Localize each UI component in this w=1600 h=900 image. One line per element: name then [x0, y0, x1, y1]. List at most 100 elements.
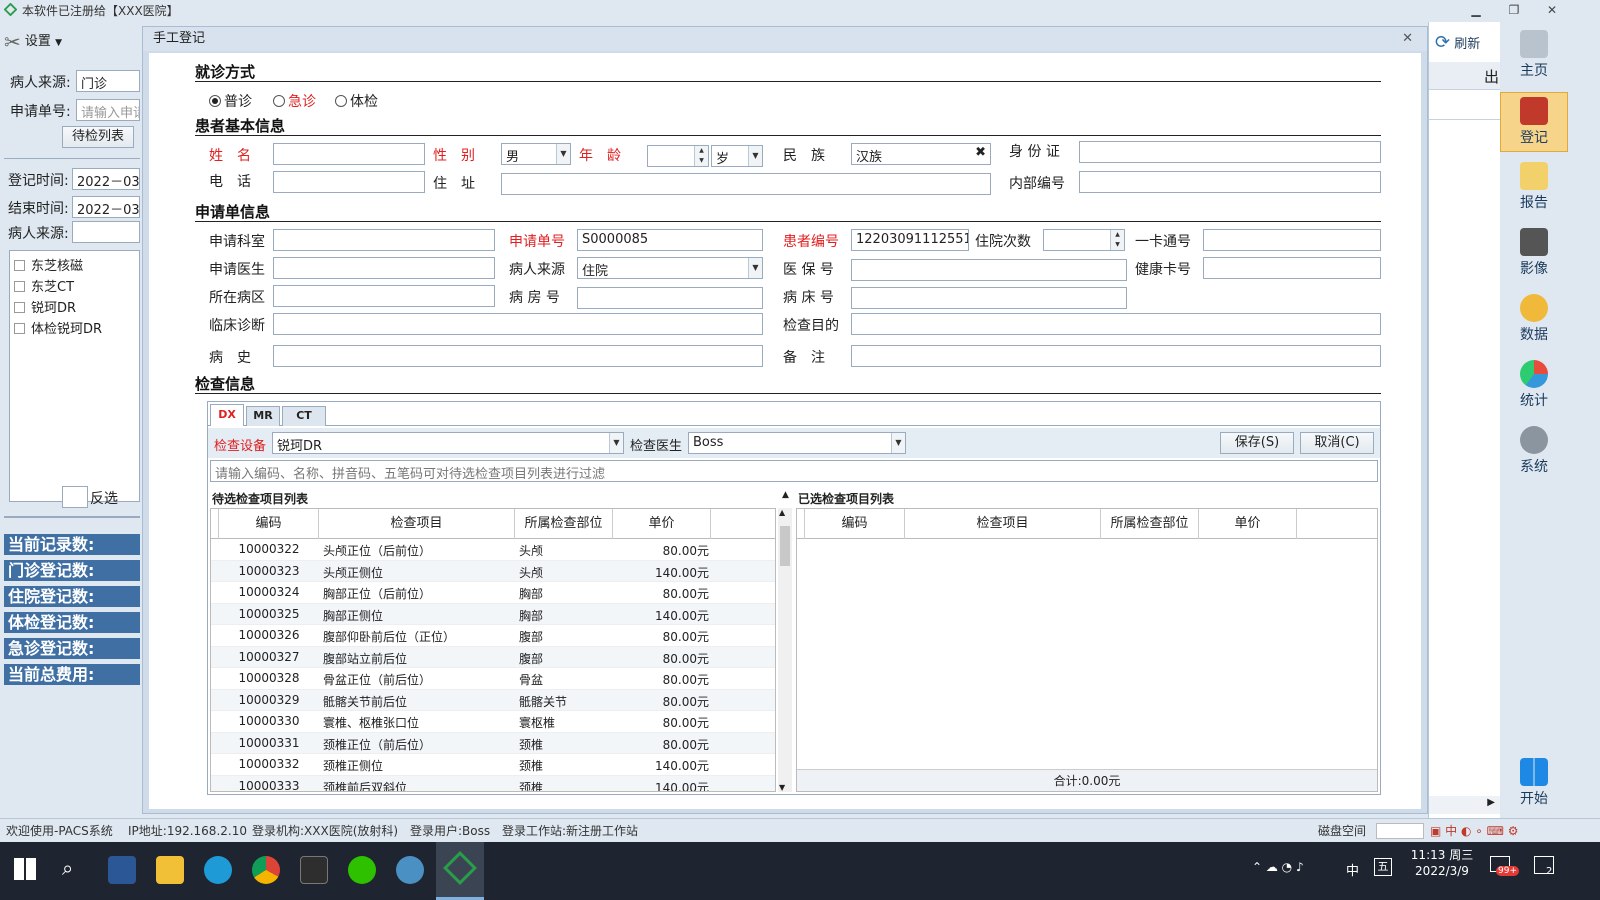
7zip-icon[interactable] [300, 856, 328, 884]
windows-start-icon[interactable] [14, 858, 36, 880]
start-button[interactable]: 开始 [1500, 754, 1568, 814]
table-row[interactable]: 10000329 骶髂关节前后位 骶髂关节 80.00元 [211, 689, 775, 711]
checkbox[interactable] [14, 323, 25, 334]
list-item[interactable]: 体检锐珂DR [14, 318, 102, 337]
table-row[interactable]: 10000328 骨盆正位（前后位） 骨盆 80.00元 [211, 668, 775, 690]
exam-doctor-select[interactable]: Boss ▼ [688, 432, 906, 454]
history-input[interactable] [273, 345, 763, 367]
request-no-input[interactable]: 请输入申请 [76, 99, 140, 121]
v-scrollbar[interactable]: ▲ ▼ [778, 508, 792, 792]
reg-time-input[interactable]: 2022－03 [72, 168, 140, 190]
wechat-icon[interactable] [348, 856, 376, 884]
insurance-input[interactable] [851, 259, 1127, 281]
table-row[interactable]: 10000323 头颅正侧位 头颅 140.00元 [211, 560, 775, 582]
ward-input[interactable] [273, 285, 495, 307]
ime-toolbar[interactable]: ▣ 中 ◐ ∘ ⌨ ⚙ [1430, 819, 1518, 843]
restore-button[interactable]: ❐ [1496, 0, 1532, 20]
minimize-button[interactable]: ▁ [1458, 0, 1494, 20]
save-button[interactable]: 保存(S) [1220, 432, 1294, 454]
paint-icon[interactable] [396, 856, 424, 884]
pending-list-button[interactable]: 待检列表 [62, 126, 134, 148]
patient-source-select[interactable]: 住院 ▼ [577, 257, 763, 279]
internal-no-input[interactable] [1079, 171, 1381, 193]
tab-dx[interactable]: DX [210, 404, 244, 426]
address-input[interactable] [501, 173, 991, 195]
close-button[interactable]: ✕ [1534, 0, 1570, 20]
checkbox[interactable] [14, 260, 25, 271]
card-input[interactable] [1203, 229, 1381, 251]
nav-register[interactable]: 登记 [1500, 92, 1568, 152]
col-item[interactable]: 检查项目 [319, 509, 515, 539]
gender-select[interactable]: 男 ▼ [501, 143, 571, 165]
nav-report[interactable]: 报告 [1500, 158, 1568, 218]
radio-emergency[interactable]: 急诊 [273, 91, 316, 111]
remark-input[interactable] [851, 345, 1381, 367]
health-card-input[interactable] [1203, 257, 1381, 279]
scroll-thumb[interactable] [780, 526, 790, 566]
col-part[interactable]: 所属检查部位 [515, 509, 613, 539]
filter-input[interactable]: 请输入编码、名称、拼音码、五笔码可对待选检查项目列表进行过滤 [210, 460, 1378, 482]
list-item[interactable]: 锐珂DR [14, 297, 76, 316]
radio-general[interactable]: 普诊 [209, 91, 252, 111]
list-item[interactable]: 东芝CT [14, 276, 74, 295]
tab-mr[interactable]: MR [246, 406, 280, 426]
table-row[interactable]: 10000327 腹部站立前后位 腹部 80.00元 [211, 646, 775, 668]
ime-indicator[interactable]: 中 [1346, 860, 1359, 879]
col-code[interactable]: 编码 [805, 509, 905, 539]
id-input[interactable] [1079, 141, 1381, 163]
table-row[interactable]: 10000330 寰椎、枢椎张口位 寰枢椎 80.00元 [211, 711, 775, 733]
col-part[interactable]: 所属检查部位 [1101, 509, 1199, 539]
radio-checkup[interactable]: 体检 [335, 91, 378, 111]
req-dept-input[interactable] [273, 229, 495, 251]
nav-data[interactable]: 数据 [1500, 290, 1568, 350]
refresh-button[interactable]: ⟳ 刷新 [1435, 32, 1480, 53]
phone-input[interactable] [273, 171, 425, 193]
patient-source-input[interactable]: 门诊 [76, 70, 140, 92]
bed-input[interactable] [851, 287, 1127, 309]
table-row[interactable]: 10000331 颈椎正位（前后位） 颈椎 80.00元 [211, 732, 775, 754]
room-input[interactable] [577, 287, 763, 309]
tray-icons[interactable]: ⌃ ☁ ◔ ♪ [1252, 860, 1304, 874]
checkbox[interactable] [14, 302, 25, 313]
req-doctor-input[interactable] [273, 257, 495, 279]
table-row[interactable]: 10000322 头颅正位（后前位） 头颅 80.00元 [211, 539, 775, 561]
h-scrollbar[interactable]: ▶ [1429, 796, 1501, 814]
col-price[interactable]: 单价 [1199, 509, 1297, 539]
nav-home[interactable]: 主页 [1500, 26, 1568, 86]
clear-icon[interactable]: ✖ [975, 145, 986, 160]
nav-system[interactable]: 系统 [1500, 422, 1568, 482]
age-unit-select[interactable]: 岁 ▼ [711, 145, 763, 167]
invert-checkbox[interactable] [62, 486, 88, 508]
patient-no-input[interactable]: 122030911125515 [851, 229, 969, 251]
ime2-indicator[interactable]: 五 [1374, 858, 1392, 876]
diagnosis-input[interactable] [273, 313, 763, 335]
age-input[interactable]: ▲ ▼ [647, 145, 709, 167]
table-row[interactable]: 10000325 胸部正侧位 胸部 140.00元 [211, 603, 775, 625]
folder-icon[interactable] [156, 856, 184, 884]
tab-ct[interactable]: CT [282, 406, 326, 426]
table-row[interactable]: 10000333 颈椎前后双斜位 颈椎 140.00元 [211, 775, 775, 791]
end-time-input[interactable]: 2022－03 [72, 196, 140, 218]
name-input[interactable] [273, 143, 425, 165]
checkbox[interactable] [14, 281, 25, 292]
nav-stats[interactable]: 统计 [1500, 356, 1568, 416]
pacs-taskbar-item[interactable] [436, 842, 484, 900]
settings-menu[interactable]: ✂ 设置 ▼ [4, 30, 62, 54]
col-code[interactable]: 编码 [219, 509, 319, 539]
list-item[interactable]: 东芝核磁 [14, 255, 83, 274]
chevron-up-icon[interactable]: ▲ [782, 490, 789, 500]
patient-source2-input[interactable] [72, 221, 140, 243]
edge-icon[interactable] [204, 856, 232, 884]
table-row[interactable]: 10000326 腹部仰卧前后位（正位） 腹部 80.00元 [211, 625, 775, 647]
col-price[interactable]: 单价 [613, 509, 711, 539]
search-icon[interactable]: ⌕ [62, 856, 73, 880]
device-select[interactable]: 锐珂DR ▼ [272, 432, 624, 454]
table-row[interactable]: 10000332 颈椎正侧位 颈椎 140.00元 [211, 754, 775, 776]
purpose-input[interactable] [851, 313, 1381, 335]
col-item[interactable]: 检查项目 [905, 509, 1101, 539]
req-no-input[interactable]: S0000085 [577, 229, 763, 251]
chrome-icon[interactable] [252, 856, 280, 884]
chevron-up-icon[interactable]: ▲ [779, 508, 785, 517]
cancel-button[interactable]: 取消(C) [1300, 432, 1374, 454]
inpatient-times-input[interactable]: ▲ ▼ [1043, 229, 1125, 251]
